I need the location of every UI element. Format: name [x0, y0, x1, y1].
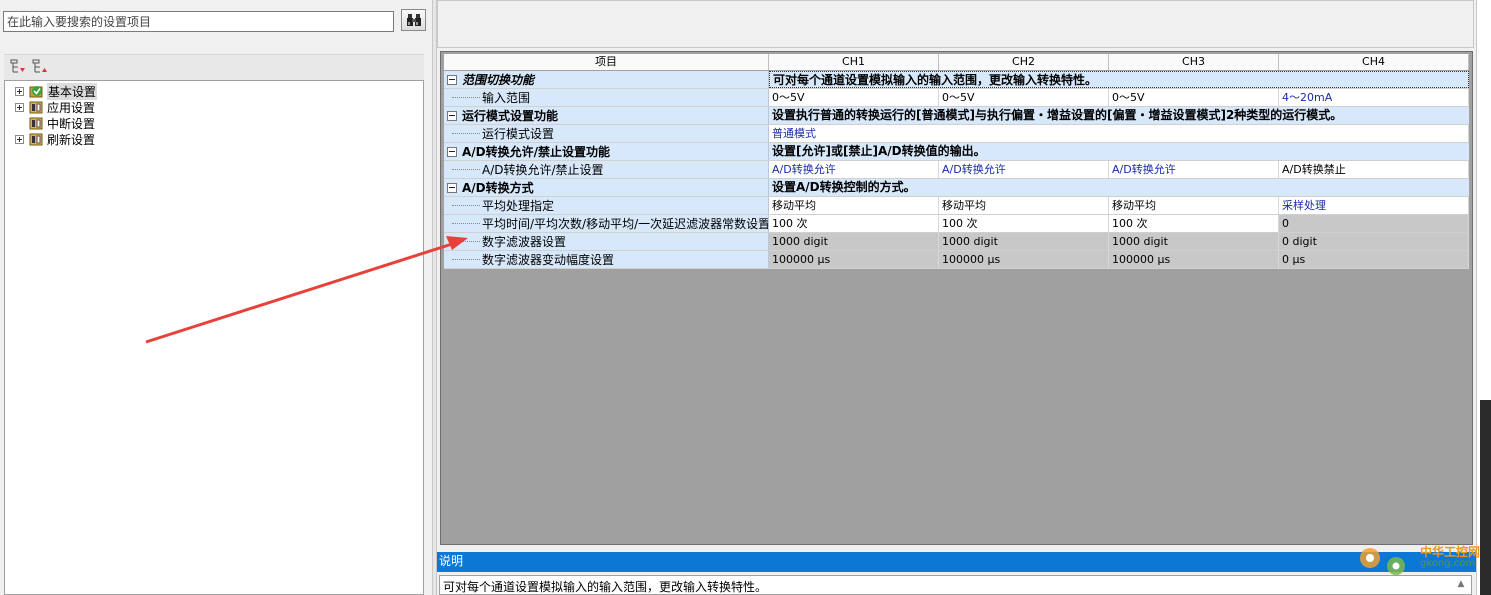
column-header-ch1: CH1 [769, 54, 939, 70]
cell-ch2[interactable]: 100 次 [939, 215, 1109, 232]
table-row[interactable]: 数字滤波器设置 1000 digit 1000 digit 1000 digit… [444, 233, 1469, 251]
tree-item-basic-settings[interactable]: 基本设置 [15, 82, 98, 100]
settings-navigation-pane: 基本设置 应用设置 中断设置 [0, 0, 432, 595]
module-icon [28, 132, 44, 146]
category-description: 设置A/D转换控制的方式。 [769, 179, 1469, 196]
expand-icon[interactable] [15, 134, 24, 144]
cell-ch3[interactable]: 移动平均 [1109, 197, 1279, 214]
tree-toolbar [4, 54, 424, 80]
cell-ch1[interactable]: 100 次 [769, 215, 939, 232]
module-icon [28, 116, 44, 130]
tree-item-interrupt-settings[interactable]: 中断设置 [15, 115, 95, 131]
cell-ch1[interactable]: A/D转换允许 [769, 161, 939, 178]
cell-ch3[interactable]: A/D转换允许 [1109, 161, 1279, 178]
parameter-grid: 项目 CH1 CH2 CH3 CH4 范围切换功能 可对每个通道设置模拟输入的输… [444, 54, 1469, 269]
adjacent-window-edge [1480, 400, 1491, 595]
collapse-icon[interactable] [447, 146, 457, 157]
cell-ch3: 1000 digit [1109, 233, 1279, 250]
category-label: A/D转换允许/禁止设置功能 [462, 145, 611, 159]
table-row[interactable]: 数字滤波器变动幅度设置 100000 μs 100000 μs 100000 μ… [444, 251, 1469, 269]
cell-ch4: 0 [1279, 215, 1469, 232]
grid-header: 项目 CH1 CH2 CH3 CH4 [444, 54, 1469, 71]
expand-icon[interactable] [15, 86, 24, 96]
detail-header-area [437, 0, 1474, 48]
table-row[interactable]: 运行模式设置 普通模式 [444, 125, 1469, 143]
collapse-icon[interactable] [447, 182, 457, 193]
tree-item-refresh-settings[interactable]: 刷新设置 [15, 131, 95, 147]
tree-item-label: 应用设置 [47, 100, 96, 115]
cell-ch2: 1000 digit [939, 233, 1109, 250]
category-row-range-switching[interactable]: 范围切换功能 可对每个通道设置模拟输入的输入范围，更改输入转换特性。 [444, 71, 1469, 89]
category-row-ad-enable[interactable]: A/D转换允许/禁止设置功能 设置[允许]或[禁止]A/D转换值的输出。 [444, 143, 1469, 161]
cell-ch2: 100000 μs [939, 251, 1109, 268]
category-row-run-mode[interactable]: 运行模式设置功能 设置执行普通的转换运行的[普通模式]与执行偏置・增益设置的[偏… [444, 107, 1469, 125]
cell-ch1: 1000 digit [769, 233, 939, 250]
cell-ch1[interactable]: 0～5V [769, 89, 939, 106]
category-description: 设置执行普通的转换运行的[普通模式]与执行偏置・增益设置的[偏置・增益设置模式]… [769, 107, 1469, 124]
cell-ch3[interactable]: 0～5V [1109, 89, 1279, 106]
row-label: A/D转换允许/禁止设置 [482, 163, 604, 177]
cell-ch3: 100000 μs [1109, 251, 1279, 268]
description-title: 说明 [437, 552, 1476, 572]
cell-ch4[interactable]: A/D转换禁止 [1279, 161, 1469, 178]
cell-ch4[interactable]: 采样处理 [1279, 197, 1469, 214]
cell-ch4: 0 μs [1279, 251, 1469, 268]
settings-detail-pane: 项目 CH1 CH2 CH3 CH4 范围切换功能 可对每个通道设置模拟输入的输… [437, 0, 1476, 595]
scroll-up-icon[interactable]: ▲ [1454, 579, 1468, 593]
parameter-grid-frame: 项目 CH1 CH2 CH3 CH4 范围切换功能 可对每个通道设置模拟输入的输… [440, 51, 1473, 545]
cell-ch1[interactable]: 移动平均 [769, 197, 939, 214]
column-header-ch3: CH3 [1109, 54, 1279, 70]
checked-module-icon [28, 84, 44, 98]
table-row[interactable]: 平均处理指定 移动平均 移动平均 移动平均 采样处理 [444, 197, 1469, 215]
column-header-item: 项目 [444, 54, 769, 70]
cell-ch2[interactable]: 移动平均 [939, 197, 1109, 214]
table-row[interactable]: A/D转换允许/禁止设置 A/D转换允许 A/D转换允许 A/D转换允许 A/D… [444, 161, 1469, 179]
category-label: 运行模式设置功能 [462, 109, 559, 123]
table-row[interactable]: 平均时间/平均次数/移动平均/一次延迟滤波器常数设置 100 次 100 次 1… [444, 215, 1469, 233]
tree-item-label: 中断设置 [47, 116, 96, 131]
watermark-url: gkong.com [1420, 558, 1476, 569]
side-scrollbar[interactable] [1476, 0, 1491, 595]
row-label: 平均处理指定 [482, 199, 555, 213]
settings-tree: 基本设置 应用设置 中断设置 刷新设置 [4, 80, 424, 595]
tree-item-label: 刷新设置 [47, 132, 96, 147]
tree-item-application-settings[interactable]: 应用设置 [15, 99, 95, 115]
row-label: 数字滤波器变动幅度设置 [482, 253, 615, 267]
search-button[interactable] [401, 9, 426, 31]
category-label: A/D转换方式 [462, 181, 534, 195]
cell-ch1: 100000 μs [769, 251, 939, 268]
cell-ch2[interactable]: 0～5V [939, 89, 1109, 106]
expand-icon[interactable] [15, 102, 24, 112]
description-box: 可对每个通道设置模拟输入的输入范围，更改输入转换特性。 ▲ [439, 575, 1472, 595]
tree-item-label: 基本设置 [47, 82, 98, 100]
collapse-all-icon[interactable] [32, 59, 48, 75]
row-label: 平均时间/平均次数/移动平均/一次延迟滤波器常数设置 [482, 217, 769, 231]
column-header-ch4: CH4 [1279, 54, 1469, 70]
cell-ch2[interactable]: A/D转换允许 [939, 161, 1109, 178]
cell-ch3[interactable]: 100 次 [1109, 215, 1279, 232]
category-label: 范围切换功能 [462, 73, 535, 87]
row-label: 输入范围 [482, 91, 531, 105]
settings-search-input[interactable] [3, 11, 394, 32]
table-row[interactable]: 输入范围 0～5V 0～5V 0～5V 4～20mA [444, 89, 1469, 107]
module-icon [28, 100, 44, 114]
expand-all-icon[interactable] [10, 59, 26, 75]
category-row-ad-method[interactable]: A/D转换方式 设置A/D转换控制的方式。 [444, 179, 1469, 197]
description-text: 可对每个通道设置模拟输入的输入范围，更改输入转换特性。 [443, 580, 768, 594]
collapse-icon[interactable] [447, 74, 457, 85]
binoculars-icon [406, 14, 421, 26]
category-description: 设置[允许]或[禁止]A/D转换值的输出。 [769, 143, 1469, 160]
collapse-icon[interactable] [447, 110, 457, 121]
cell-ch4[interactable]: 4～20mA [1279, 89, 1469, 106]
row-label: 运行模式设置 [482, 127, 555, 141]
row-label: 数字滤波器设置 [482, 235, 567, 249]
category-description: 可对每个通道设置模拟输入的输入范围，更改输入转换特性。 [769, 71, 1469, 88]
cell-ch4: 0 digit [1279, 233, 1469, 250]
cell-all-channels[interactable]: 普通模式 [769, 125, 1469, 142]
column-header-ch2: CH2 [939, 54, 1109, 70]
